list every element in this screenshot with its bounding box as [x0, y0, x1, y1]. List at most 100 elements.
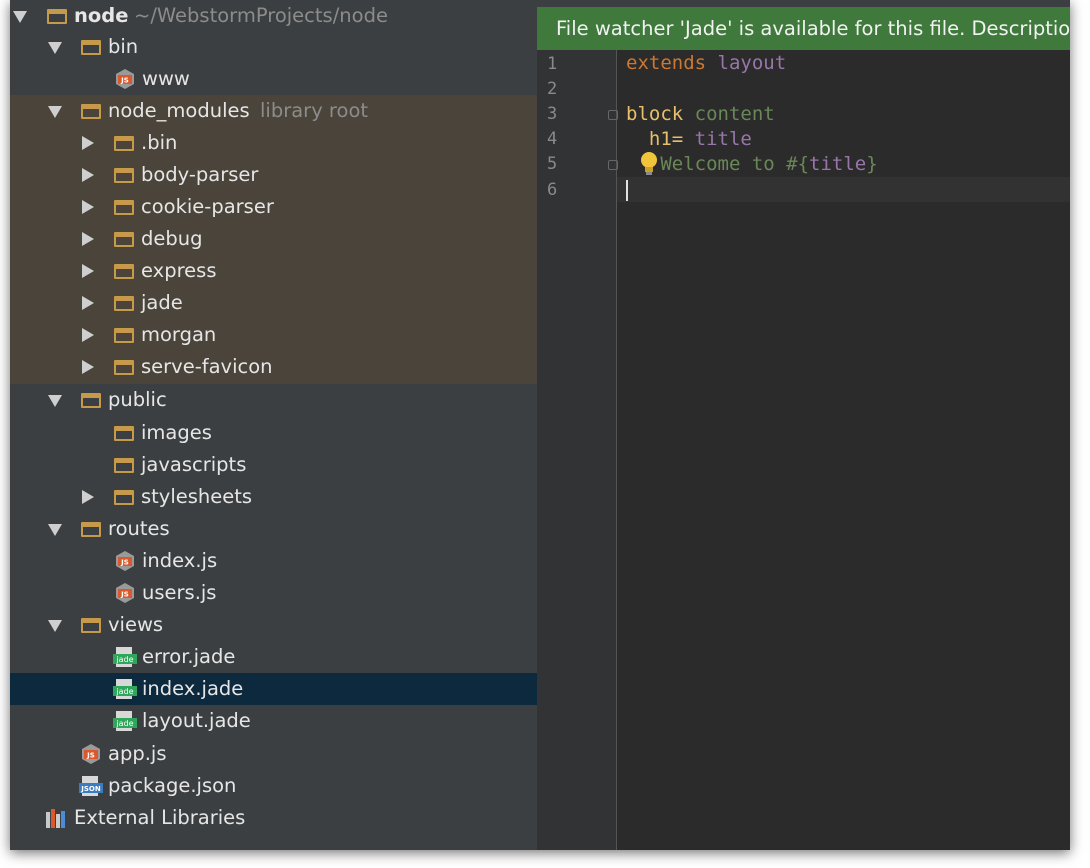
tree-label: External Libraries: [74, 806, 246, 829]
ide-window: node ~/WebstormProjects/node bin JS www …: [10, 0, 1070, 850]
tree-file-users-js[interactable]: JS users.js: [10, 577, 537, 609]
folder-icon: [81, 40, 101, 55]
tree-folder-bin[interactable]: bin: [10, 31, 537, 63]
tree-file-layout-jade[interactable]: jade layout.jade: [10, 705, 537, 737]
line-number: 2: [547, 79, 558, 99]
tree-folder-javascripts[interactable]: javascripts: [10, 449, 537, 481]
tree-file-package-json[interactable]: JSON package.json: [10, 770, 537, 802]
tree-folder-node-modules[interactable]: node_modules library root: [10, 95, 537, 127]
tree-external-libraries[interactable]: External Libraries: [10, 802, 537, 834]
js-file-icon: JS: [116, 551, 134, 571]
line-number: 5: [547, 154, 558, 174]
fold-marker-icon[interactable]: [608, 160, 618, 170]
tree-folder-module[interactable]: body-parser: [10, 159, 537, 191]
folder-icon: [81, 522, 101, 537]
tree-label: public: [108, 388, 167, 411]
external-libraries-icon: [46, 809, 65, 828]
svg-text:JS: JS: [120, 591, 129, 599]
chevron-right-icon[interactable]: [82, 200, 94, 214]
chevron-down-icon[interactable]: [48, 42, 62, 54]
chevron-down-icon[interactable]: [48, 524, 62, 536]
line-number: 6: [547, 180, 558, 200]
folder-icon: [81, 104, 101, 119]
jade-file-icon: jade: [113, 679, 137, 699]
line-number: 1: [547, 54, 558, 74]
tree-label: node_modules: [108, 99, 250, 122]
svg-text:JS: JS: [120, 559, 129, 567]
tree-label: morgan: [141, 323, 217, 346]
jade-file-icon: jade: [113, 711, 137, 731]
chevron-down-icon[interactable]: [13, 11, 27, 23]
tree-label: layout.jade: [142, 709, 251, 732]
chevron-right-icon[interactable]: [82, 168, 94, 182]
fold-marker-icon[interactable]: [608, 110, 618, 120]
tree-label: index.js: [142, 549, 218, 572]
tree-label: package.json: [108, 774, 237, 797]
folder-icon: [114, 328, 134, 343]
tree-folder-routes[interactable]: routes: [10, 513, 537, 545]
svg-text:JS: JS: [86, 752, 95, 760]
code-line-4: h1= title: [648, 128, 752, 150]
svg-text:jade: jade: [115, 719, 133, 728]
chevron-right-icon[interactable]: [82, 136, 94, 150]
lightbulb-icon[interactable]: [638, 150, 660, 178]
svg-text:jade: jade: [115, 687, 133, 696]
folder-icon: [114, 426, 134, 441]
project-name: node: [74, 4, 129, 27]
chevron-right-icon[interactable]: [82, 490, 94, 504]
line-number: 4: [547, 129, 558, 149]
folder-icon: [114, 360, 134, 375]
tree-label: express: [141, 259, 217, 282]
tree-folder-module[interactable]: cookie-parser: [10, 191, 537, 223]
project-tree[interactable]: node ~/WebstormProjects/node bin JS www …: [10, 0, 537, 850]
tree-folder-module[interactable]: .bin: [10, 127, 537, 159]
code-editor[interactable]: File watcher 'Jade' is available for thi…: [537, 0, 1070, 850]
tree-file-app-js[interactable]: JS app.js: [10, 738, 537, 770]
folder-icon: [47, 9, 67, 24]
js-file-icon: JS: [116, 69, 134, 89]
tree-label: error.jade: [142, 645, 236, 668]
file-watcher-notification[interactable]: File watcher 'Jade' is available for thi…: [537, 7, 1070, 50]
tree-folder-module[interactable]: debug: [10, 223, 537, 255]
chevron-right-icon[interactable]: [82, 232, 94, 246]
tree-folder-module[interactable]: express: [10, 255, 537, 287]
tree-label: images: [141, 421, 212, 444]
tree-file-index-jade[interactable]: jade index.jade: [10, 673, 537, 705]
tree-folder-views[interactable]: views: [10, 609, 537, 641]
chevron-right-icon[interactable]: [82, 264, 94, 278]
tree-file-error-jade[interactable]: jade error.jade: [10, 641, 537, 673]
project-path: ~/WebstormProjects/node: [134, 4, 388, 27]
line-number: 3: [547, 104, 558, 124]
tree-folder-module[interactable]: serve-favicon: [10, 351, 537, 384]
tree-node-root[interactable]: node ~/WebstormProjects/node: [10, 0, 537, 32]
tree-folder-module[interactable]: jade: [10, 287, 537, 319]
chevron-down-icon[interactable]: [48, 620, 62, 632]
svg-text:JS: JS: [120, 77, 129, 85]
tree-folder-stylesheets[interactable]: stylesheets: [10, 481, 537, 513]
json-file-icon: JSON: [79, 776, 103, 796]
code-line-3: block content: [626, 103, 775, 125]
tree-label: app.js: [108, 742, 167, 765]
tree-label: stylesheets: [141, 485, 253, 508]
tree-folder-images[interactable]: images: [10, 417, 537, 449]
chevron-right-icon[interactable]: [82, 296, 94, 310]
tree-label: views: [108, 613, 164, 636]
chevron-right-icon[interactable]: [82, 360, 94, 374]
chevron-down-icon[interactable]: [48, 395, 62, 407]
tree-label: .bin: [141, 131, 178, 154]
tree-label: bin: [108, 35, 139, 58]
folder-icon: [114, 264, 134, 279]
tree-label: www: [142, 67, 190, 90]
chevron-down-icon[interactable]: [48, 106, 62, 118]
chevron-right-icon[interactable]: [82, 328, 94, 342]
tree-file-www[interactable]: JS www: [10, 63, 537, 95]
folder-icon: [114, 296, 134, 311]
tree-folder-public[interactable]: public: [10, 384, 537, 416]
library-root-label: library root: [260, 99, 369, 122]
tree-folder-module[interactable]: morgan: [10, 319, 537, 351]
folder-icon: [114, 168, 134, 183]
code-line-1: extends layout: [626, 52, 787, 74]
tree-file-index-js[interactable]: JS index.js: [10, 545, 537, 577]
tree-label: javascripts: [141, 453, 247, 476]
tree-label: cookie-parser: [141, 195, 274, 218]
